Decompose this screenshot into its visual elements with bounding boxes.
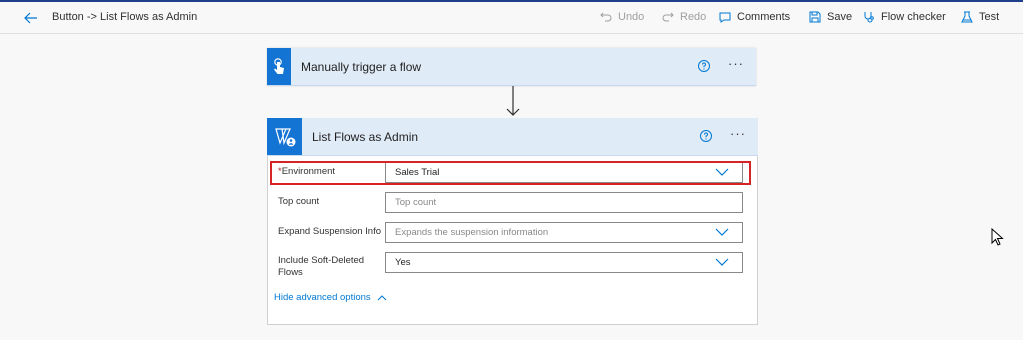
touch-hand-icon <box>274 57 284 74</box>
expand-suspension-placeholder: Expands the suspension information <box>395 227 549 238</box>
comments-label: Comments <box>737 11 791 23</box>
help-icon[interactable] <box>699 129 713 143</box>
trigger-card-title: Manually trigger a flow <box>301 59 422 74</box>
redo-button[interactable]: Redo <box>661 10 706 24</box>
include-soft-deleted-value: Yes <box>395 257 411 268</box>
help-icon[interactable] <box>697 59 711 73</box>
environment-label-text: Environment <box>281 166 336 177</box>
include-soft-deleted-label-line1: Include Soft-Deleted <box>278 255 365 266</box>
action-tile <box>267 118 302 155</box>
top-count-input[interactable]: Top count <box>385 192 743 213</box>
environment-dropdown[interactable]: Sales Trial <box>385 162 743 183</box>
chevron-up-icon <box>377 294 387 300</box>
back-arrow-icon[interactable] <box>22 9 40 27</box>
undo-label: Undo <box>618 11 645 23</box>
power-automate-admin-icon <box>274 127 295 146</box>
trigger-tile <box>267 48 291 85</box>
save-label: Save <box>827 11 853 23</box>
comment-icon <box>719 12 731 23</box>
stethoscope-icon <box>864 12 874 23</box>
redo-label: Redo <box>680 11 707 23</box>
chevron-down-icon <box>715 168 729 176</box>
top-count-label: Top count <box>278 196 320 207</box>
undo-button[interactable]: Undo <box>599 10 644 24</box>
test-button[interactable]: Test <box>960 10 999 24</box>
hide-advanced-options-link[interactable]: Hide advanced options <box>274 292 387 303</box>
include-soft-deleted-label-line2: Flows <box>278 267 303 278</box>
include-soft-deleted-label: Include Soft-Deleted Flows <box>278 255 364 279</box>
more-options-button[interactable]: ··· <box>728 56 744 71</box>
hide-advanced-options-label: Hide advanced options <box>274 292 371 303</box>
top-count-placeholder: Top count <box>395 197 437 208</box>
environment-value: Sales Trial <box>395 167 440 178</box>
include-soft-deleted-dropdown[interactable]: Yes <box>385 252 743 273</box>
action-card-header[interactable]: List Flows as Admin ··· <box>267 118 758 156</box>
more-options-button[interactable]: ··· <box>730 126 746 141</box>
mouse-cursor-icon <box>991 228 1004 246</box>
expand-suspension-label: Expand Suspension Info <box>278 226 381 237</box>
comments-button[interactable]: Comments <box>718 10 790 24</box>
flask-icon <box>961 11 973 23</box>
flow-checker-label: Flow checker <box>881 11 946 23</box>
flow-title: Button -> List Flows as Admin <box>52 11 198 23</box>
chevron-down-icon <box>715 228 729 236</box>
action-card-title: List Flows as Admin <box>312 129 419 144</box>
trigger-card[interactable]: Manually trigger a flow ··· <box>267 48 756 86</box>
expand-suspension-dropdown[interactable]: Expands the suspension information <box>385 222 743 243</box>
connector-arrow-icon <box>506 86 520 116</box>
trigger-card-header[interactable]: Manually trigger a flow ··· <box>267 48 756 86</box>
save-button[interactable]: Save <box>808 10 852 24</box>
test-label: Test <box>979 11 1000 23</box>
flow-checker-button[interactable]: Flow checker <box>862 10 946 24</box>
chevron-down-icon <box>715 258 729 266</box>
top-bar: Button -> List Flows as Admin Undo Redo … <box>0 2 1023 34</box>
environment-label: *Environment <box>278 166 335 177</box>
undo-icon <box>600 12 612 22</box>
save-icon <box>809 11 821 23</box>
redo-icon <box>662 12 674 22</box>
